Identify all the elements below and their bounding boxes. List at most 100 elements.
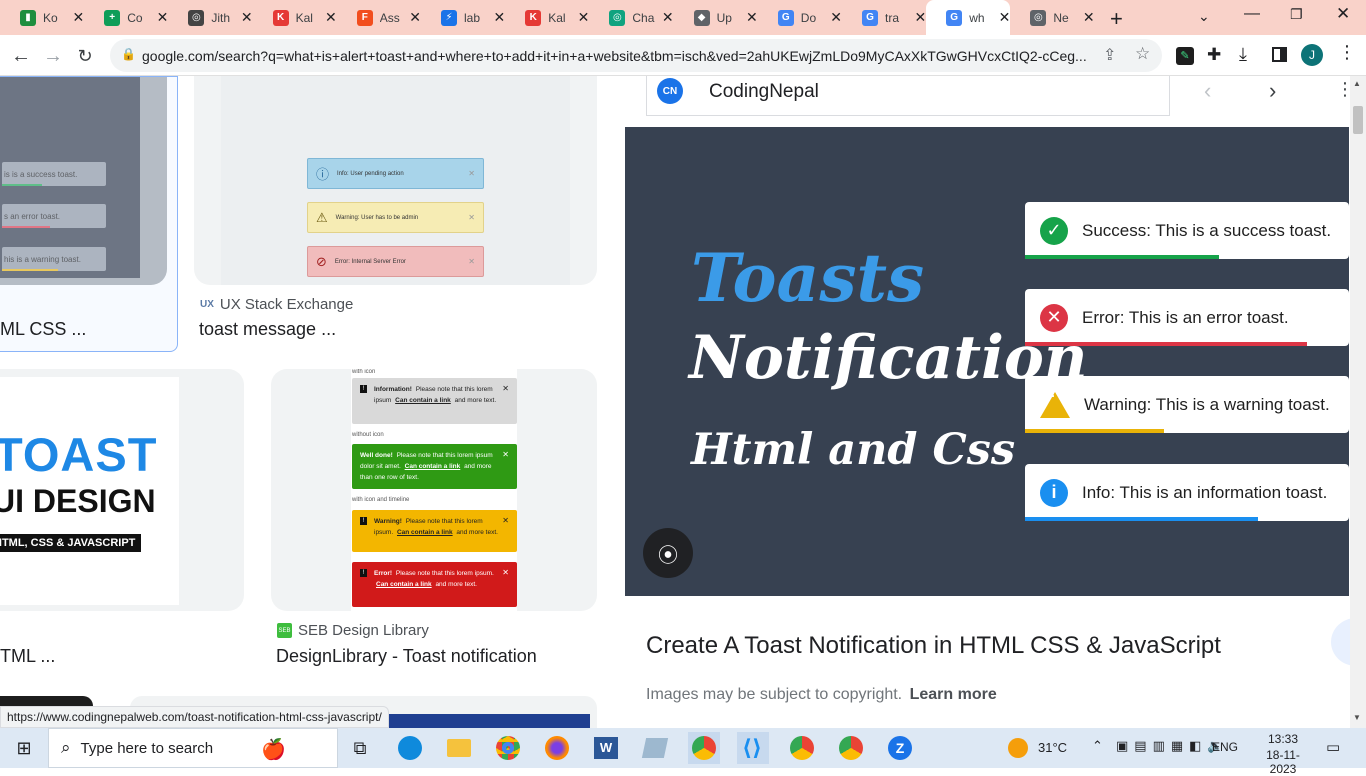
file-explorer-icon[interactable] [443,732,475,764]
copyright-text: Images may be subject to copyright. [646,686,903,703]
restore-button[interactable]: ❐ [1290,6,1303,23]
chrome-profile-icon[interactable] [786,732,818,764]
tab[interactable]: ◆ Up ✕ [674,0,758,35]
tab[interactable]: G Do ✕ [758,0,842,35]
seb-section-label: without icon [352,432,384,438]
chrome-profile-icon[interactable] [688,732,720,764]
tab[interactable]: ◎ Ne ✕ [1010,0,1095,35]
scrollbar-thumb[interactable] [1353,106,1363,134]
tab-title: wh [969,10,985,25]
selected-result-highlight [0,76,178,352]
google-lens-icon[interactable]: ⦿ [643,528,693,578]
result-source[interactable]: SEB SEB Design Library [277,622,429,639]
tab-search-chevron-icon[interactable]: ⌄ [1198,8,1210,25]
language-indicator[interactable]: ENG [1212,740,1238,754]
learn-more-link[interactable]: Learn more [910,686,997,703]
tab[interactable]: K Kal ✕ [505,0,589,35]
info-icon: i [1040,478,1068,507]
share-icon[interactable]: ⇪ [1103,45,1116,65]
tray-chevron-icon[interactable]: ⌃ [1092,738,1103,754]
preview-toast-progress [1025,517,1259,521]
tab-close-icon[interactable]: ✕ [830,9,842,26]
mini-toast-text: Error: Internal Server Error [334,258,406,265]
clock-date: 18-11-2023 [1266,748,1300,776]
tab-close-icon[interactable]: ✕ [493,9,505,26]
tab-close-icon[interactable]: ✕ [999,9,1011,26]
firefox-icon[interactable] [541,732,573,764]
downloads-icon[interactable]: ⤓ [1239,44,1247,65]
task-view-icon[interactable]: ⧉ [344,732,376,764]
forward-button[interactable]: → [38,41,68,71]
tab-close-icon[interactable]: ✕ [241,9,253,26]
result-title[interactable]: TML ... [0,646,55,667]
address-bar[interactable]: 🔒 google.com/search?q=what+is+alert+toas… [110,39,1162,72]
close-window-button[interactable]: ✕ [1336,4,1350,24]
previous-result-chevron-icon[interactable]: ‹ [1204,78,1211,104]
preview-source-box[interactable]: CN CodingNepal [646,76,1170,116]
extension-pen-icon[interactable]: ✎ [1176,47,1194,65]
side-panel-icon[interactable] [1272,47,1287,62]
tab[interactable]: ◎ Jith ✕ [168,0,253,35]
profile-avatar[interactable]: J [1301,44,1323,66]
tab[interactable]: Gwh ✕ [926,0,1011,35]
result-title[interactable]: DesignLibrary - Toast notification [276,646,537,667]
reload-button[interactable]: ↻ [70,41,100,71]
url-text[interactable]: google.com/search?q=what+is+alert+toast+… [142,48,1097,64]
chrome-icon[interactable] [492,732,524,764]
result-title[interactable]: ML CSS ... [0,319,86,340]
seb-toast-tail: and more text. [456,529,498,536]
tab[interactable]: F Ass ✕ [337,0,421,35]
menu-icon[interactable]: ⋮ [1338,42,1356,63]
result-image-ux-toasts[interactable]: ⓘ Info: User pending action ✕ ⚠ Warning: Use… [194,76,597,285]
edge-icon[interactable] [394,732,426,764]
weather-temp[interactable]: 31°C [1038,740,1067,755]
back-button[interactable]: ← [6,41,36,71]
taskbar-search-box[interactable]: ⌕ Type here to search 🍎 [48,728,338,768]
vscode-icon[interactable]: ⟨⟩ [737,732,769,764]
tab[interactable]: Gtra ✕ [842,0,926,35]
result-source[interactable]: UX UX Stack Exchange [200,296,353,313]
tab-close-icon[interactable]: ✕ [157,9,169,26]
tab[interactable]: ◎ Cha ✕ [589,0,674,35]
tab-close-icon[interactable]: ✕ [746,9,758,26]
seb-section-label: with icon and timeline [352,497,410,503]
preview-toast: ✓ Success: This is a success toast. [1025,202,1349,259]
scroll-down-arrow-icon[interactable]: ▼ [1353,713,1361,722]
search-icon: ⌕ [61,738,71,757]
minimize-button[interactable]: — [1244,5,1260,23]
copyright-notice: Images may be subject to copyright. Lear… [646,686,997,704]
tab-favicon-icon: ⚡ [441,9,457,26]
page-scrollbar[interactable]: ▲ ▼ [1350,76,1366,728]
seb-toast-close-icon: ✕ [502,568,509,577]
chrome-profile-icon[interactable] [835,732,867,764]
tab-close-icon[interactable]: ✕ [914,9,926,26]
extensions-puzzle-icon[interactable]: ✚ [1207,45,1221,65]
tab-close-icon[interactable]: ✕ [325,9,337,26]
bookmark-star-icon[interactable]: ☆ [1135,44,1150,64]
next-result-chevron-icon[interactable]: › [1269,78,1276,104]
clock[interactable]: 13:33 18-11-2023 [1258,732,1308,776]
tab[interactable]: K Kal ✕ [253,0,337,35]
scroll-up-arrow-icon[interactable]: ▲ [1353,79,1361,88]
tab[interactable]: ⚡ lab ✕ [421,0,505,35]
zoom-icon[interactable]: Z [884,732,916,764]
tab-close-icon[interactable]: ✕ [578,9,590,26]
tab[interactable]: ▮ Ko ✕ [0,0,84,35]
weather-icon[interactable] [1008,738,1028,758]
result-image-seb-toasts[interactable]: with icon without icon with icon and timel… [271,369,597,611]
word-icon[interactable]: W [590,732,622,764]
result-image-toast-ui-design[interactable]: TOAST UI DESIGN HTML, CSS & JAVASCRIPT [0,369,244,611]
new-tab-button[interactable]: + [1110,6,1123,32]
tab-close-icon[interactable]: ✕ [409,9,421,26]
tab-close-icon[interactable]: ✕ [662,9,674,26]
preview-image[interactable]: Toasts Notification Html and Css ✓ Succes… [625,127,1349,596]
result-title[interactable]: toast message ... [199,319,336,340]
app-icon[interactable] [639,732,671,764]
preview-title[interactable]: Create A Toast Notification in HTML CSS … [646,632,1221,660]
notification-icon[interactable]: ▭ [1326,738,1340,756]
windows-start-icon[interactable]: ⊞ [8,732,40,764]
tab-close-icon[interactable]: ✕ [1083,9,1095,26]
tab-close-icon[interactable]: ✕ [72,9,84,26]
tab[interactable]: + Co ✕ [84,0,168,35]
browser-toolbar: ← → ↻ 🔒 google.com/search?q=what+is+aler… [0,35,1366,76]
